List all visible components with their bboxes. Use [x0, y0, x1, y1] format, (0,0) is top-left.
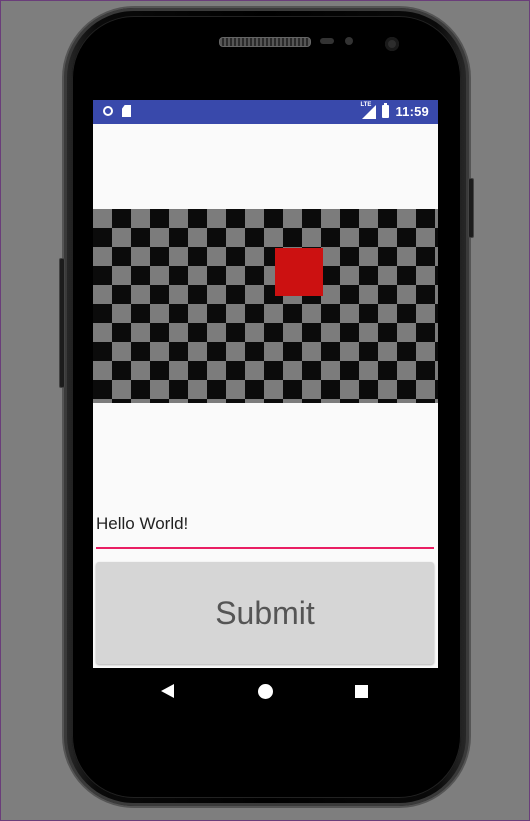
submit-button[interactable]: Submit	[96, 562, 434, 664]
lte-signal-icon: LTE	[360, 101, 377, 119]
device-screen: LTE 11:59 Hello World! Submit	[93, 100, 438, 716]
proximity-sensor	[320, 38, 334, 44]
earpiece-speaker	[219, 37, 311, 47]
red-square-sprite[interactable]	[275, 248, 323, 296]
light-sensor	[345, 37, 353, 45]
navigation-bar	[93, 668, 438, 716]
text-input-field[interactable]: Hello World!	[96, 505, 434, 549]
status-time: 11:59	[395, 104, 429, 119]
notification-circle-icon	[103, 106, 113, 116]
volume-button[interactable]	[59, 258, 65, 388]
home-icon[interactable]	[258, 684, 273, 699]
back-icon[interactable]	[161, 684, 174, 698]
network-type-label: LTE	[360, 101, 372, 108]
sd-card-icon	[122, 105, 131, 117]
recent-apps-icon[interactable]	[355, 685, 368, 698]
text-input-value: Hello World!	[96, 514, 189, 533]
power-button[interactable]	[468, 178, 474, 238]
front-camera-icon	[385, 37, 399, 51]
battery-icon	[382, 103, 390, 118]
checkerboard-canvas[interactable]	[93, 209, 438, 403]
status-bar: LTE 11:59	[93, 100, 438, 124]
